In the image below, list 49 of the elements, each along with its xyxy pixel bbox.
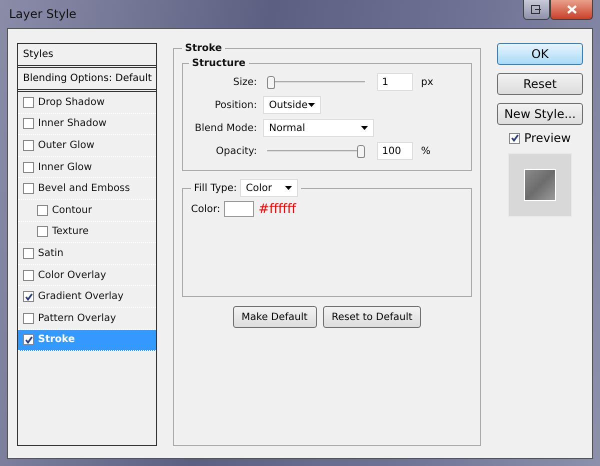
group-title: Structure — [191, 58, 247, 69]
style-checkbox[interactable] — [23, 162, 34, 173]
default-button[interactable]: Make Default — [232, 306, 317, 328]
style-checkbox[interactable] — [23, 270, 34, 281]
dialog-button[interactable]: New Style... — [497, 103, 583, 125]
default-button[interactable]: Reset to Default — [322, 306, 422, 328]
caret-icon — [284, 186, 292, 190]
field-label: Fill Type: — [194, 182, 237, 194]
preview-checkbox[interactable]: Preview — [497, 131, 583, 145]
field-label: Size: — [232, 76, 257, 88]
color-swatch[interactable] — [224, 201, 254, 217]
dialog-button[interactable]: OK — [497, 43, 583, 65]
style-checkbox[interactable] — [23, 183, 34, 194]
size-input[interactable]: 1 — [377, 73, 413, 91]
style-checkbox[interactable] — [23, 96, 34, 108]
caret-icon — [308, 103, 315, 107]
style-checkbox[interactable] — [23, 248, 34, 259]
unit-label: px — [421, 76, 434, 88]
style-checkbox[interactable] — [37, 226, 48, 238]
color-code: #ffffff — [258, 202, 296, 216]
caret-icon — [361, 126, 368, 130]
style-checkbox[interactable] — [23, 291, 34, 302]
window-button[interactable] — [523, 0, 550, 20]
unit-label: % — [421, 146, 431, 156]
style-checkbox[interactable] — [23, 334, 34, 346]
field-label: Blend Mode: — [194, 122, 257, 134]
style-preview — [508, 153, 572, 217]
style-item[interactable]: Inner Shadow — [18, 114, 156, 136]
fill-type-dropdown[interactable]: Color — [240, 179, 298, 197]
close-icon — [566, 5, 576, 14]
style-checkbox[interactable] — [23, 118, 34, 130]
field-label: Color: — [191, 204, 220, 214]
slider-thumb[interactable] — [357, 144, 365, 158]
restore-icon — [531, 5, 542, 14]
blend-mode-dropdown[interactable]: Normal — [263, 119, 374, 137]
opacity-input[interactable]: 100 — [377, 142, 413, 160]
group-title: Stroke — [184, 43, 223, 54]
position-dropdown[interactable]: Outside — [263, 96, 321, 114]
dialog-button[interactable]: Reset — [497, 73, 583, 95]
style-checkbox[interactable] — [23, 140, 34, 151]
style-checkbox[interactable] — [23, 312, 34, 324]
style-checkbox[interactable] — [37, 204, 48, 216]
field-label: Position: — [214, 100, 257, 110]
checkbox-icon[interactable] — [509, 132, 520, 144]
slider-thumb[interactable] — [267, 76, 275, 88]
style-item[interactable]: Texture — [18, 222, 156, 244]
window-title: Layer Style — [8, 7, 76, 21]
close-button[interactable] — [550, 0, 593, 20]
field-label: Opacity: — [214, 146, 257, 156]
